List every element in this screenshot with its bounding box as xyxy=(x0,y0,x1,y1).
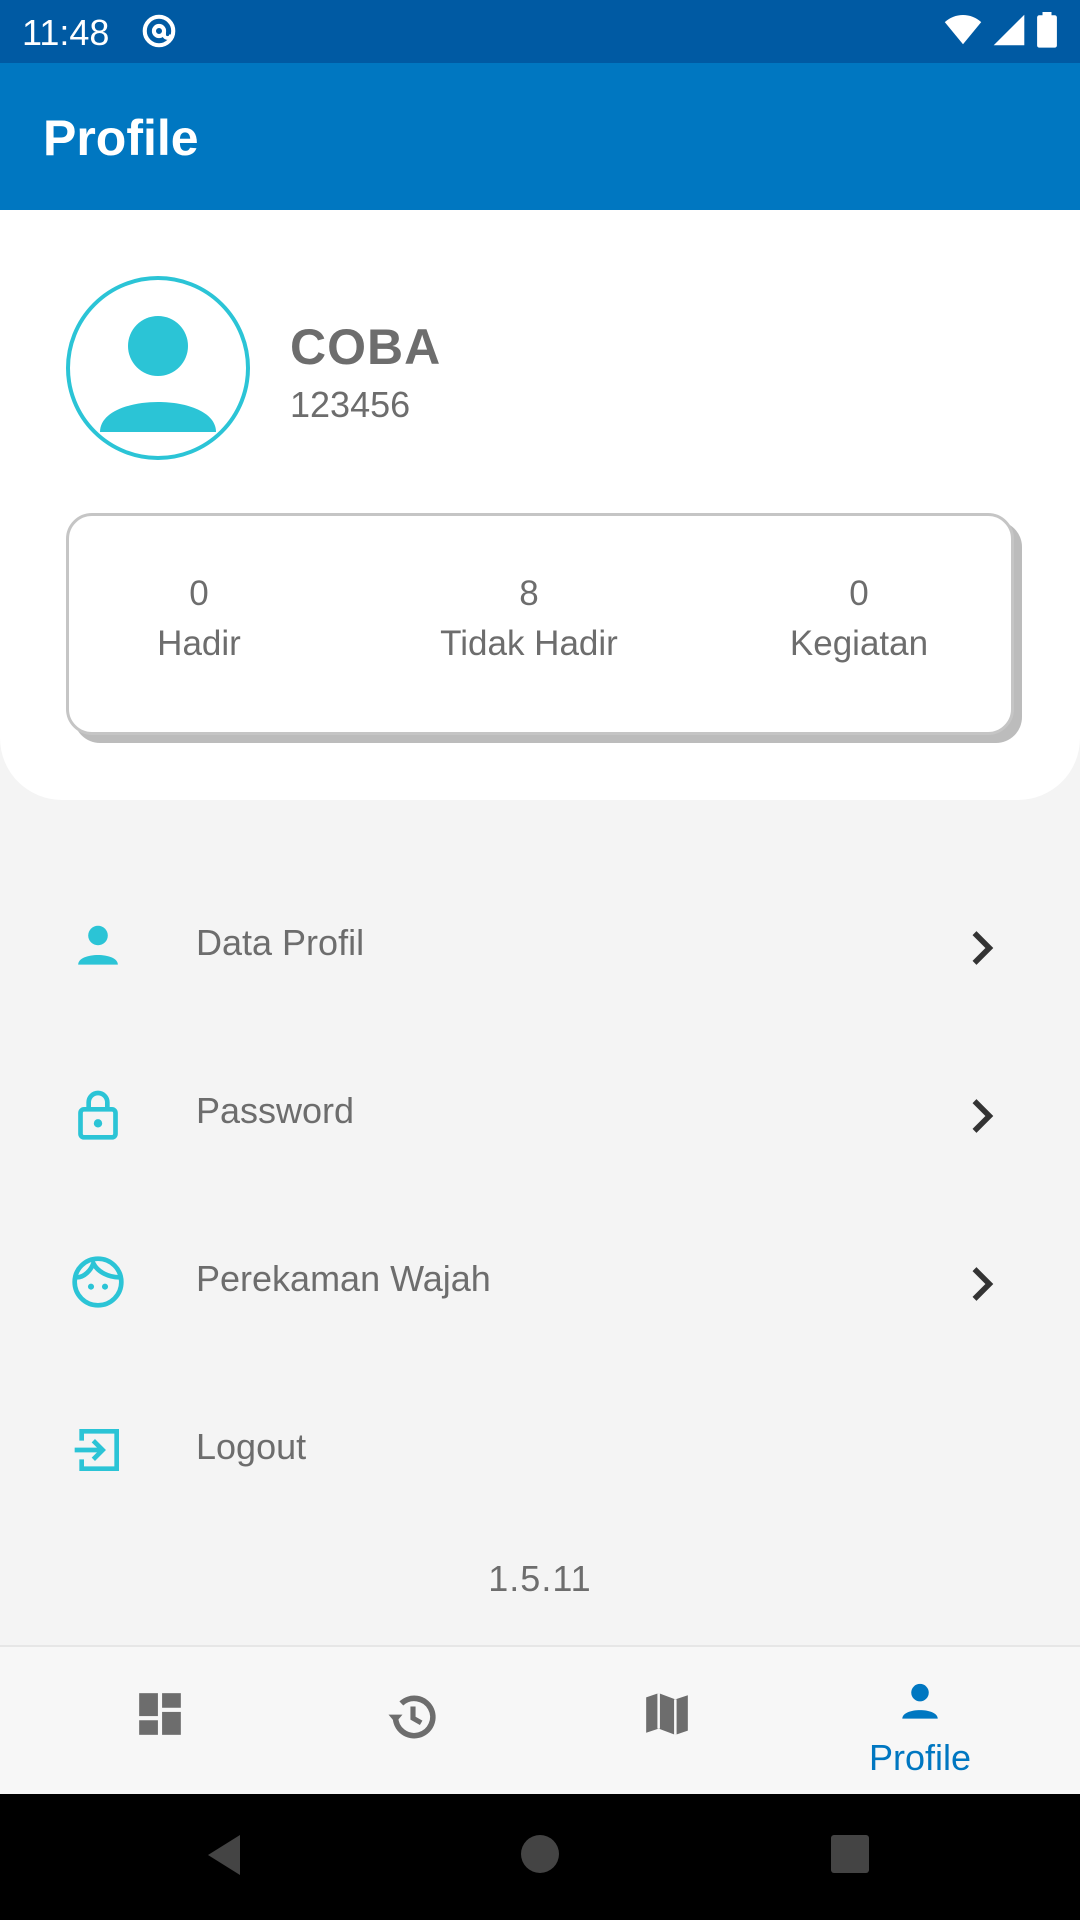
chevron-right-icon xyxy=(966,1262,1000,1306)
menu-item-data-profil[interactable]: Data Profil xyxy=(0,862,1080,1030)
user-name: COBA xyxy=(290,319,442,375)
status-bar: 11:48 xyxy=(0,0,1080,63)
stat-label: Kegiatan xyxy=(789,624,929,663)
stat-label: Tidak Hadir xyxy=(440,624,618,663)
page-title: Profile xyxy=(43,110,199,166)
nav-dashboard[interactable] xyxy=(25,1647,295,1796)
logout-icon xyxy=(70,1422,126,1478)
person-icon xyxy=(100,316,216,432)
avatar xyxy=(66,276,250,460)
nav-profile[interactable]: Profile xyxy=(785,1647,1055,1796)
menu-label: Logout xyxy=(196,1426,307,1467)
nav-label: Profile xyxy=(868,1737,972,1778)
app-version: 1.5.11 xyxy=(488,1558,592,1599)
menu-label: Perekaman Wajah xyxy=(196,1258,491,1299)
person-icon xyxy=(895,1677,945,1732)
menu-item-logout[interactable]: Logout xyxy=(0,1366,1080,1534)
stat-value: 8 xyxy=(519,574,539,613)
home-icon[interactable] xyxy=(520,1834,560,1879)
menu-label: Data Profil xyxy=(196,922,365,963)
menu-label: Password xyxy=(196,1090,355,1131)
dashboard-icon xyxy=(135,1689,185,1744)
stat-value: 0 xyxy=(189,574,209,613)
chevron-right-icon xyxy=(966,1094,1000,1138)
attendance-stats: 0 Hadir 8 Tidak Hadir 0 Kegiatan xyxy=(66,513,1014,735)
nav-history[interactable] xyxy=(278,1647,548,1796)
chevron-right-icon xyxy=(966,926,1000,970)
stat-label: Hadir xyxy=(157,624,241,663)
user-id: 123456 xyxy=(290,384,411,425)
history-icon xyxy=(385,1689,441,1750)
stat-tidak-hadir: 8 Tidak Hadir xyxy=(389,516,669,732)
signal-icon xyxy=(992,13,1026,52)
stat-kegiatan: 0 Kegiatan xyxy=(749,516,969,732)
wifi-icon xyxy=(944,13,982,52)
person-icon xyxy=(70,918,126,974)
map-icon xyxy=(642,1689,692,1744)
recents-icon[interactable] xyxy=(830,1834,870,1879)
nav-map[interactable] xyxy=(532,1647,802,1796)
face-icon xyxy=(70,1254,126,1310)
menu-item-password[interactable]: Password xyxy=(0,1030,1080,1198)
system-nav-bar xyxy=(0,1794,1080,1920)
profile-card: COBA 123456 0 Hadir 8 Tidak Hadir 0 Kegi… xyxy=(0,210,1080,800)
bottom-nav: Profile xyxy=(0,1645,1080,1794)
lock-icon xyxy=(70,1086,126,1142)
back-icon[interactable] xyxy=(204,1831,244,1884)
menu-item-perekaman-wajah[interactable]: Perekaman Wajah xyxy=(0,1198,1080,1366)
at-sign-icon xyxy=(140,12,178,55)
stat-value: 0 xyxy=(849,574,869,613)
app-bar: Profile xyxy=(0,63,1080,210)
battery-icon xyxy=(1036,12,1058,53)
status-time: 11:48 xyxy=(22,12,110,53)
stat-hadir: 0 Hadir xyxy=(109,516,289,732)
